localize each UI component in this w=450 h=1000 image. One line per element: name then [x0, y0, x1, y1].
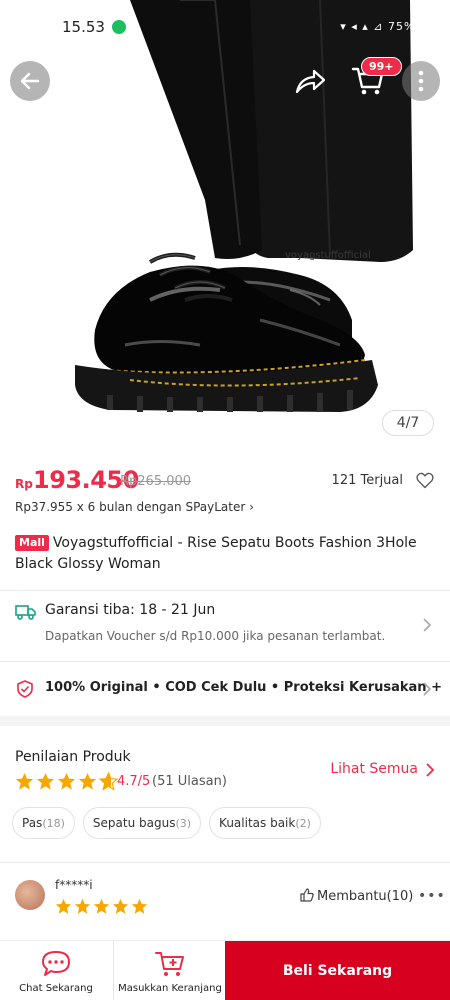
- shipping-guarantee-row[interactable]: Garansi tiba: 18 - 21 Jun Dapatkan Vouch…: [0, 592, 450, 658]
- helpful-button[interactable]: Membantu(10): [300, 888, 413, 904]
- shipping-subtitle: Dapatkan Voucher s/d Rp10.000 jika pesan…: [45, 629, 386, 643]
- installment-info[interactable]: Rp37.955 x 6 bulan dengan SPayLater ›: [15, 500, 254, 514]
- review-filter-chips: Pas(18) Sepatu bagus(3) Kualitas baik(2): [12, 807, 321, 839]
- star-icon: [112, 898, 129, 914]
- chevron-right-icon: [423, 618, 432, 632]
- chip-label: Sepatu bagus: [92, 816, 176, 830]
- chip-label: Kualitas baik: [219, 816, 296, 830]
- cart-badge: 99+: [361, 57, 402, 76]
- product-image-gallery[interactable]: voyagstuffofficial 15.53 ▾ ◂ ▴ ⊿ 75%▸ 99…: [0, 0, 450, 445]
- price-row: Rp 193.450 Rp265.000 121 Terjual: [15, 466, 435, 496]
- price-currency: Rp: [15, 477, 33, 491]
- see-all-reviews-link[interactable]: Lihat Semua: [330, 761, 418, 777]
- chat-now-button[interactable]: Chat Sekarang: [0, 941, 112, 1000]
- thumbs-up-icon: [300, 888, 314, 902]
- truck-icon: [15, 605, 36, 620]
- add-to-cart-button[interactable]: Masukkan Keranjang: [113, 941, 225, 1000]
- add-to-cart-label: Masukkan Keranjang: [118, 983, 222, 994]
- product-title: Mall Voyagstuffofficial - Rise Sepatu Boo…: [15, 533, 435, 575]
- guarantee-text: 100% Original • COD Cek Dulu • Proteksi …: [45, 680, 442, 695]
- helpful-label: Membantu(10): [317, 889, 414, 904]
- buy-now-button[interactable]: Beli Sekarang: [225, 941, 450, 1000]
- arrow-left-icon: [20, 72, 40, 90]
- avatar: [15, 880, 45, 910]
- divider: [0, 862, 450, 863]
- review-chip[interactable]: Pas(18): [12, 807, 75, 839]
- star-icon: [15, 772, 34, 790]
- review-chip[interactable]: Kualitas baik(2): [209, 807, 321, 839]
- divider: [0, 661, 450, 662]
- divider: [0, 590, 450, 591]
- star-icon: [131, 898, 148, 914]
- chat-bubble-icon: [42, 951, 70, 976]
- back-button[interactable]: [10, 61, 50, 101]
- guarantee-row[interactable]: 100% Original • COD Cek Dulu • Proteksi …: [0, 668, 450, 710]
- add-to-cart-icon: [155, 952, 184, 976]
- rating-score: 4.7/5: [117, 774, 151, 789]
- original-price: Rp265.000: [120, 474, 192, 489]
- review-chip[interactable]: Sepatu bagus(3): [82, 807, 202, 839]
- star-icon: [78, 772, 97, 790]
- rating-stars: [15, 772, 118, 792]
- review-stars: [55, 898, 148, 915]
- status-icons: ▾ ◂ ▴ ⊿ 75%▸: [340, 20, 422, 33]
- star-icon: [93, 898, 110, 914]
- chip-count: (3): [175, 817, 192, 830]
- shipping-title: Garansi tiba: 18 - 21 Jun: [45, 602, 216, 618]
- reviewer-name: f*****i: [55, 878, 93, 892]
- share-button[interactable]: [292, 64, 328, 98]
- status-bar: 15.53 ▾ ◂ ▴ ⊿ 75%▸: [0, 0, 450, 50]
- chip-count: (18): [42, 817, 65, 830]
- chevron-right-icon[interactable]: [425, 762, 435, 778]
- chip-label: Pas: [22, 816, 43, 830]
- star-icon: [57, 772, 76, 790]
- star-icon: [55, 898, 72, 914]
- star-icon: [74, 898, 91, 914]
- sold-count: 121 Terjual: [331, 473, 403, 488]
- product-title-text: Voyagstuffofficial - Rise Sepatu Boots F…: [15, 535, 417, 572]
- review-item: f*****i Membantu(10) •••: [0, 872, 450, 932]
- wishlist-heart-icon[interactable]: [415, 470, 435, 490]
- svg-text:voyagstuffofficial: voyagstuffofficial: [285, 250, 371, 261]
- chevron-right-icon: [423, 682, 432, 696]
- bottom-action-bar: Chat Sekarang Masukkan Keranjang Beli Se…: [0, 940, 450, 1000]
- chip-count: (2): [295, 817, 311, 830]
- rating-section: Penilaian Produk 4.7/5 (51 Ulasan) Lihat…: [0, 735, 450, 845]
- rating-title: Penilaian Produk: [15, 749, 131, 765]
- section-gap: [0, 716, 450, 726]
- shield-check-icon: [17, 680, 33, 698]
- mall-badge: Mall: [15, 535, 49, 551]
- more-options-button[interactable]: [402, 61, 440, 101]
- review-more-button[interactable]: •••: [418, 888, 446, 904]
- notification-dot-icon: [112, 20, 126, 34]
- rating-count: (51 Ulasan): [152, 774, 227, 789]
- image-counter: 4/7: [382, 410, 434, 436]
- share-icon: [295, 69, 326, 94]
- status-time: 15.53: [62, 18, 105, 36]
- star-half-icon: [99, 772, 118, 791]
- star-icon: [36, 772, 55, 790]
- kebab-menu-icon: [418, 70, 424, 92]
- chat-now-label: Chat Sekarang: [19, 983, 93, 994]
